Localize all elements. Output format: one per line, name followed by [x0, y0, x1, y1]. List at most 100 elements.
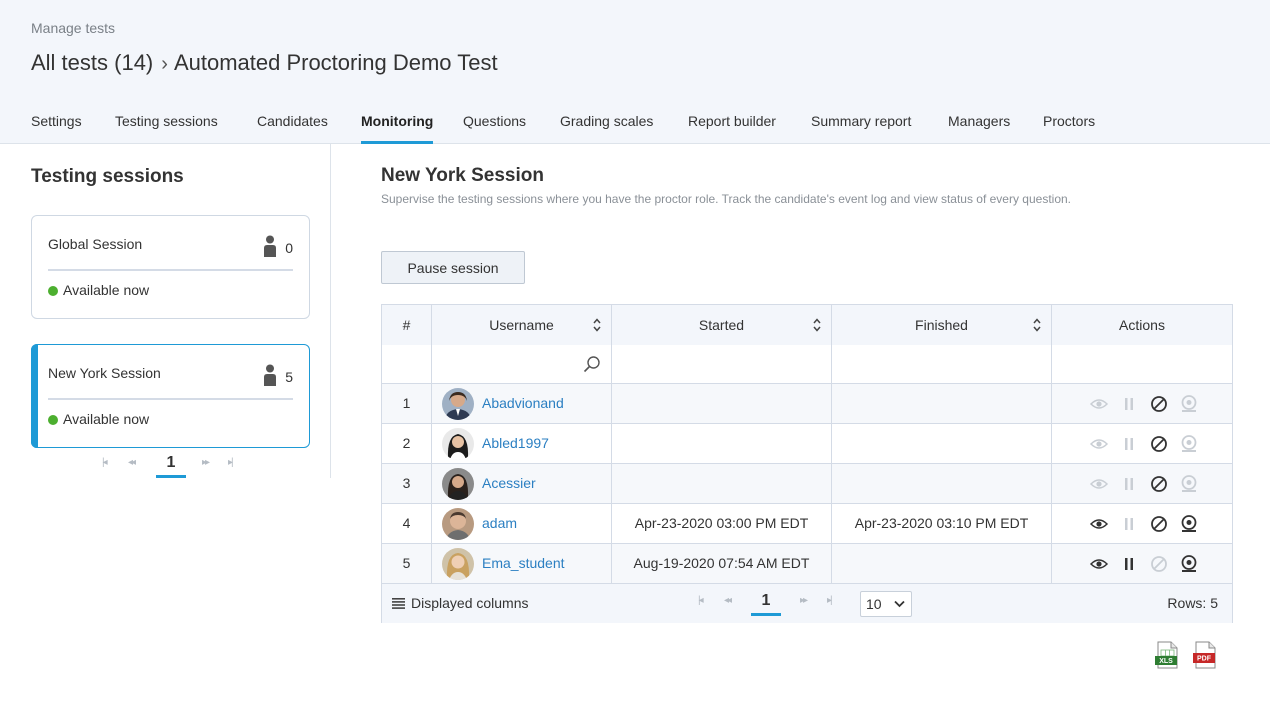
- pause-icon[interactable]: [1119, 514, 1139, 534]
- column-header-username[interactable]: Username: [432, 305, 612, 345]
- session-card-new-york[interactable]: New York Session 5 Available now: [31, 344, 310, 448]
- username-link[interactable]: Ema_student: [482, 555, 565, 571]
- table-row: 2 Abled1997: [382, 424, 1232, 464]
- block-icon[interactable]: [1149, 394, 1169, 414]
- tab-proctors[interactable]: Proctors: [1043, 112, 1095, 144]
- search-icon[interactable]: [583, 355, 601, 373]
- actions-cell: [1052, 504, 1232, 544]
- person-icon: [264, 364, 276, 386]
- table-row: 4 adam Apr-23-2020 03:00 PM EDT Apr-23-2…: [382, 504, 1232, 544]
- session-status-label: Available now: [63, 282, 150, 298]
- pdf-label: PDF: [1197, 656, 1212, 663]
- block-icon[interactable]: [1149, 474, 1169, 494]
- column-header-actions: Actions: [1052, 305, 1232, 345]
- sort-icon[interactable]: [813, 318, 821, 332]
- block-icon[interactable]: [1149, 434, 1169, 454]
- column-header-finished[interactable]: Finished: [832, 305, 1052, 345]
- table-row: 1 Abadvionand: [382, 384, 1232, 424]
- started-cell: Aug-19-2020 07:54 AM EDT: [612, 544, 832, 584]
- session-card-global[interactable]: Global Session 0 Available now: [31, 215, 310, 319]
- tab-testing-sessions[interactable]: Testing sessions: [115, 112, 218, 144]
- avatar: [442, 388, 474, 420]
- finished-cell: [832, 384, 1052, 424]
- tab-report-builder[interactable]: Report builder: [688, 112, 776, 144]
- pause-icon[interactable]: [1119, 554, 1139, 574]
- username-filter[interactable]: [432, 345, 612, 384]
- row-number: 5: [382, 544, 432, 584]
- sessions-pager: |◂ ◂◂ 1 ▸▸ ▸|: [100, 454, 245, 478]
- displayed-columns-button[interactable]: Displayed columns: [392, 595, 529, 611]
- view-icon[interactable]: [1089, 394, 1109, 414]
- pdf-export-icon[interactable]: PDF: [1193, 641, 1217, 669]
- block-icon[interactable]: [1149, 514, 1169, 534]
- divider: [48, 269, 293, 271]
- username-link[interactable]: Abled1997: [482, 435, 549, 451]
- filter-cell: [832, 345, 1052, 384]
- finished-cell: [832, 544, 1052, 584]
- page-number[interactable]: 1: [751, 592, 781, 616]
- page-header: Manage tests All tests (14) › Automated Pr…: [0, 0, 1270, 144]
- webcam-icon[interactable]: [1179, 554, 1199, 574]
- xls-export-icon[interactable]: XLS: [1155, 641, 1179, 669]
- xls-label: XLS: [1159, 658, 1173, 665]
- breadcrumb-current: Automated Proctoring Demo Test: [173, 50, 498, 75]
- page-number[interactable]: 1: [156, 454, 186, 478]
- column-header-started[interactable]: Started: [612, 305, 832, 345]
- block-icon[interactable]: [1149, 554, 1169, 574]
- prev-page-icon[interactable]: ◂◂: [724, 595, 732, 606]
- avatar: [442, 548, 474, 580]
- username-link[interactable]: Abadvionand: [482, 395, 564, 411]
- view-icon[interactable]: [1089, 434, 1109, 454]
- filter-row: [382, 345, 1232, 384]
- tab-summary-report[interactable]: Summary report: [811, 112, 911, 144]
- table-row: 3 Acessier: [382, 464, 1232, 504]
- finished-cell: [832, 424, 1052, 464]
- tab-questions[interactable]: Questions: [463, 112, 526, 144]
- username-link[interactable]: Acessier: [482, 475, 536, 491]
- page-size-select[interactable]: 10: [860, 591, 912, 617]
- filter-cell: [612, 345, 832, 384]
- webcam-icon[interactable]: [1179, 514, 1199, 534]
- webcam-icon[interactable]: [1179, 474, 1199, 494]
- tab-grading-scales[interactable]: Grading scales: [560, 112, 653, 144]
- username-cell: Abled1997: [432, 424, 612, 464]
- pause-icon[interactable]: [1119, 434, 1139, 454]
- breadcrumb-separator-icon: ›: [161, 53, 168, 75]
- last-page-icon[interactable]: ▸|: [228, 457, 233, 468]
- pause-session-button[interactable]: Pause session: [381, 251, 525, 284]
- view-icon[interactable]: [1089, 474, 1109, 494]
- sessions-sidebar: Testing sessions Global Session 0 Availa…: [0, 144, 331, 478]
- filter-cell: [382, 345, 432, 384]
- next-page-icon[interactable]: ▸▸: [202, 457, 210, 468]
- webcam-icon[interactable]: [1179, 434, 1199, 454]
- first-page-icon[interactable]: |◂: [102, 457, 107, 468]
- tab-monitoring[interactable]: Monitoring: [361, 112, 434, 144]
- view-icon[interactable]: [1089, 514, 1109, 534]
- breadcrumb-root-link[interactable]: All tests (14): [31, 50, 153, 75]
- row-number: 3: [382, 464, 432, 504]
- sort-icon[interactable]: [593, 318, 601, 332]
- avatar: [442, 468, 474, 500]
- view-icon[interactable]: [1089, 554, 1109, 574]
- pause-icon[interactable]: [1119, 394, 1139, 414]
- username-cell: Acessier: [432, 464, 612, 504]
- column-header-label: #: [402, 317, 411, 333]
- next-page-icon[interactable]: ▸▸: [800, 595, 808, 606]
- webcam-icon[interactable]: [1179, 394, 1199, 414]
- column-header-label: Username: [489, 317, 554, 333]
- sort-icon[interactable]: [1033, 318, 1041, 332]
- session-candidate-count: 0: [285, 240, 293, 256]
- tab-candidates[interactable]: Candidates: [257, 112, 328, 144]
- status-dot-icon: [48, 415, 58, 425]
- tab-managers[interactable]: Managers: [948, 112, 1010, 144]
- started-cell: [612, 384, 832, 424]
- prev-page-icon[interactable]: ◂◂: [128, 457, 136, 468]
- tab-settings[interactable]: Settings: [31, 112, 82, 144]
- pause-icon[interactable]: [1119, 474, 1139, 494]
- last-page-icon[interactable]: ▸|: [827, 595, 832, 606]
- username-link[interactable]: adam: [482, 515, 517, 531]
- first-page-icon[interactable]: |◂: [698, 595, 703, 606]
- finished-cell: [832, 464, 1052, 504]
- started-cell: [612, 424, 832, 464]
- column-header-label: Actions: [1119, 317, 1165, 333]
